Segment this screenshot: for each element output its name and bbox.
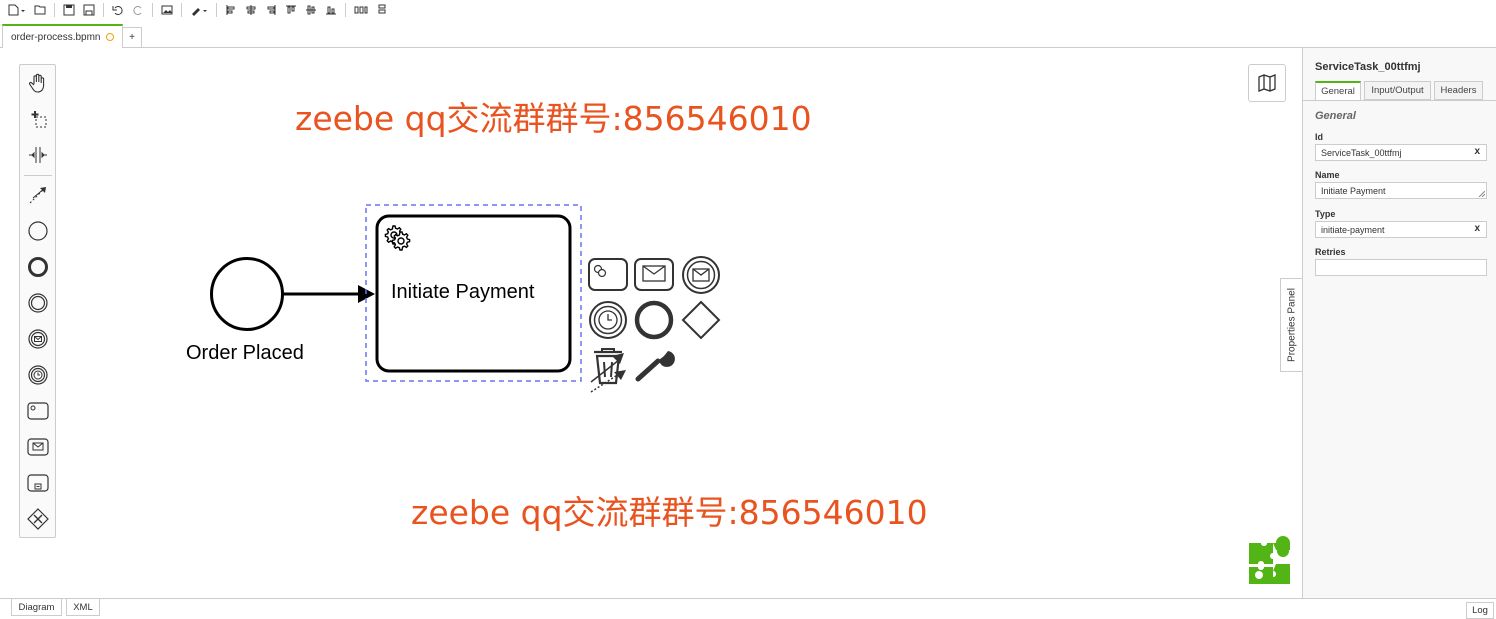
bpmn-diagram <box>210 204 1290 584</box>
properties-tabs: General Input/Output Headers <box>1315 81 1496 100</box>
task-label: Initiate Payment <box>391 281 535 303</box>
camunda-logo-icon <box>1249 536 1290 584</box>
align-top-icon[interactable] <box>281 2 301 18</box>
distribute-horizontal-icon[interactable] <box>350 2 372 18</box>
delete-trash-icon[interactable] <box>594 348 622 385</box>
toolbar <box>0 0 1496 20</box>
tab-xml[interactable]: XML <box>66 599 100 616</box>
group-title-general: General <box>1315 110 1356 122</box>
append-end-event-icon[interactable] <box>634 300 674 340</box>
properties-title: ServiceTask_00ttfmj <box>1315 61 1421 73</box>
tab-input-output[interactable]: Input/Output <box>1364 81 1431 100</box>
append-service-task-icon[interactable] <box>588 258 628 291</box>
open-file-icon[interactable] <box>30 2 50 18</box>
append-timer-event-icon[interactable] <box>589 301 627 339</box>
tab-headers[interactable]: Headers <box>1434 81 1483 100</box>
start-event-order-placed[interactable] <box>210 257 284 331</box>
append-message-event-icon[interactable] <box>682 256 720 294</box>
align-bottom-icon[interactable] <box>321 2 341 18</box>
log-toggle-button[interactable]: Log <box>1466 602 1494 619</box>
bottom-bar: Diagram XML Log <box>0 598 1496 619</box>
type-field[interactable]: initiate-payment x <box>1315 221 1487 238</box>
tab-bar: order-process.bpmn + <box>0 24 1496 48</box>
toolbar-separator <box>216 3 217 17</box>
tab-file-name: order-process.bpmn <box>11 31 101 43</box>
align-right-icon[interactable] <box>261 2 281 18</box>
add-tab-button[interactable]: + <box>122 27 142 47</box>
align-middle-icon[interactable] <box>301 2 321 18</box>
align-left-icon[interactable] <box>221 2 241 18</box>
clear-type-button[interactable]: x <box>1474 223 1480 234</box>
export-image-icon[interactable] <box>157 2 177 18</box>
tab-diagram[interactable]: Diagram <box>11 599 62 616</box>
properties-panel: ServiceTask_00ttfmj General Input/Output… <box>1302 48 1496 598</box>
undo-icon[interactable] <box>108 2 128 18</box>
id-field[interactable]: ServiceTask_00ttfmj x <box>1315 144 1487 161</box>
diagram-canvas[interactable]: zeebe qq交流群群号:856546010 zeebe qq交流群群号:85… <box>0 48 1302 598</box>
properties-panel-toggle-label: Properties Panel <box>1286 288 1297 362</box>
start-event-label: Order Placed <box>186 342 304 364</box>
toolbar-separator <box>152 3 153 17</box>
append-gateway-icon[interactable] <box>681 300 721 340</box>
properties-panel-toggle[interactable]: Properties Panel <box>1280 278 1302 372</box>
sequence-flow[interactable] <box>283 285 375 303</box>
toolbar-separator <box>54 3 55 17</box>
distribute-vertical-icon[interactable] <box>372 2 392 18</box>
name-label: Name <box>1315 170 1340 180</box>
name-field[interactable]: Initiate Payment <box>1315 182 1487 199</box>
toolbar-separator <box>345 3 346 17</box>
save-as-icon[interactable] <box>79 2 99 18</box>
clear-id-button[interactable]: x <box>1474 146 1480 157</box>
tab-order-process[interactable]: order-process.bpmn <box>2 24 124 48</box>
save-icon[interactable] <box>59 2 79 18</box>
id-field-value: ServiceTask_00ttfmj <box>1321 147 1402 158</box>
context-pad <box>588 256 721 393</box>
change-type-wrench-icon[interactable] <box>635 351 675 382</box>
tabs-divider <box>1303 100 1496 101</box>
redo-icon[interactable] <box>128 2 148 18</box>
unsaved-indicator-icon <box>106 33 115 41</box>
tab-general[interactable]: General <box>1315 81 1361 100</box>
type-label: Type <box>1315 209 1336 219</box>
toolbar-separator <box>103 3 104 17</box>
color-picker-icon[interactable] <box>186 2 212 18</box>
toolbar-separator <box>181 3 182 17</box>
type-field-value: initiate-payment <box>1321 224 1385 235</box>
retries-field[interactable] <box>1315 259 1487 276</box>
resize-handle-icon[interactable] <box>1479 191 1485 197</box>
retries-label: Retries <box>1315 247 1346 257</box>
name-field-value: Initiate Payment <box>1321 185 1386 196</box>
align-center-icon[interactable] <box>241 2 261 18</box>
new-file-icon[interactable] <box>4 2 30 18</box>
id-label: Id <box>1315 132 1323 142</box>
append-receive-task-icon[interactable] <box>634 258 674 291</box>
